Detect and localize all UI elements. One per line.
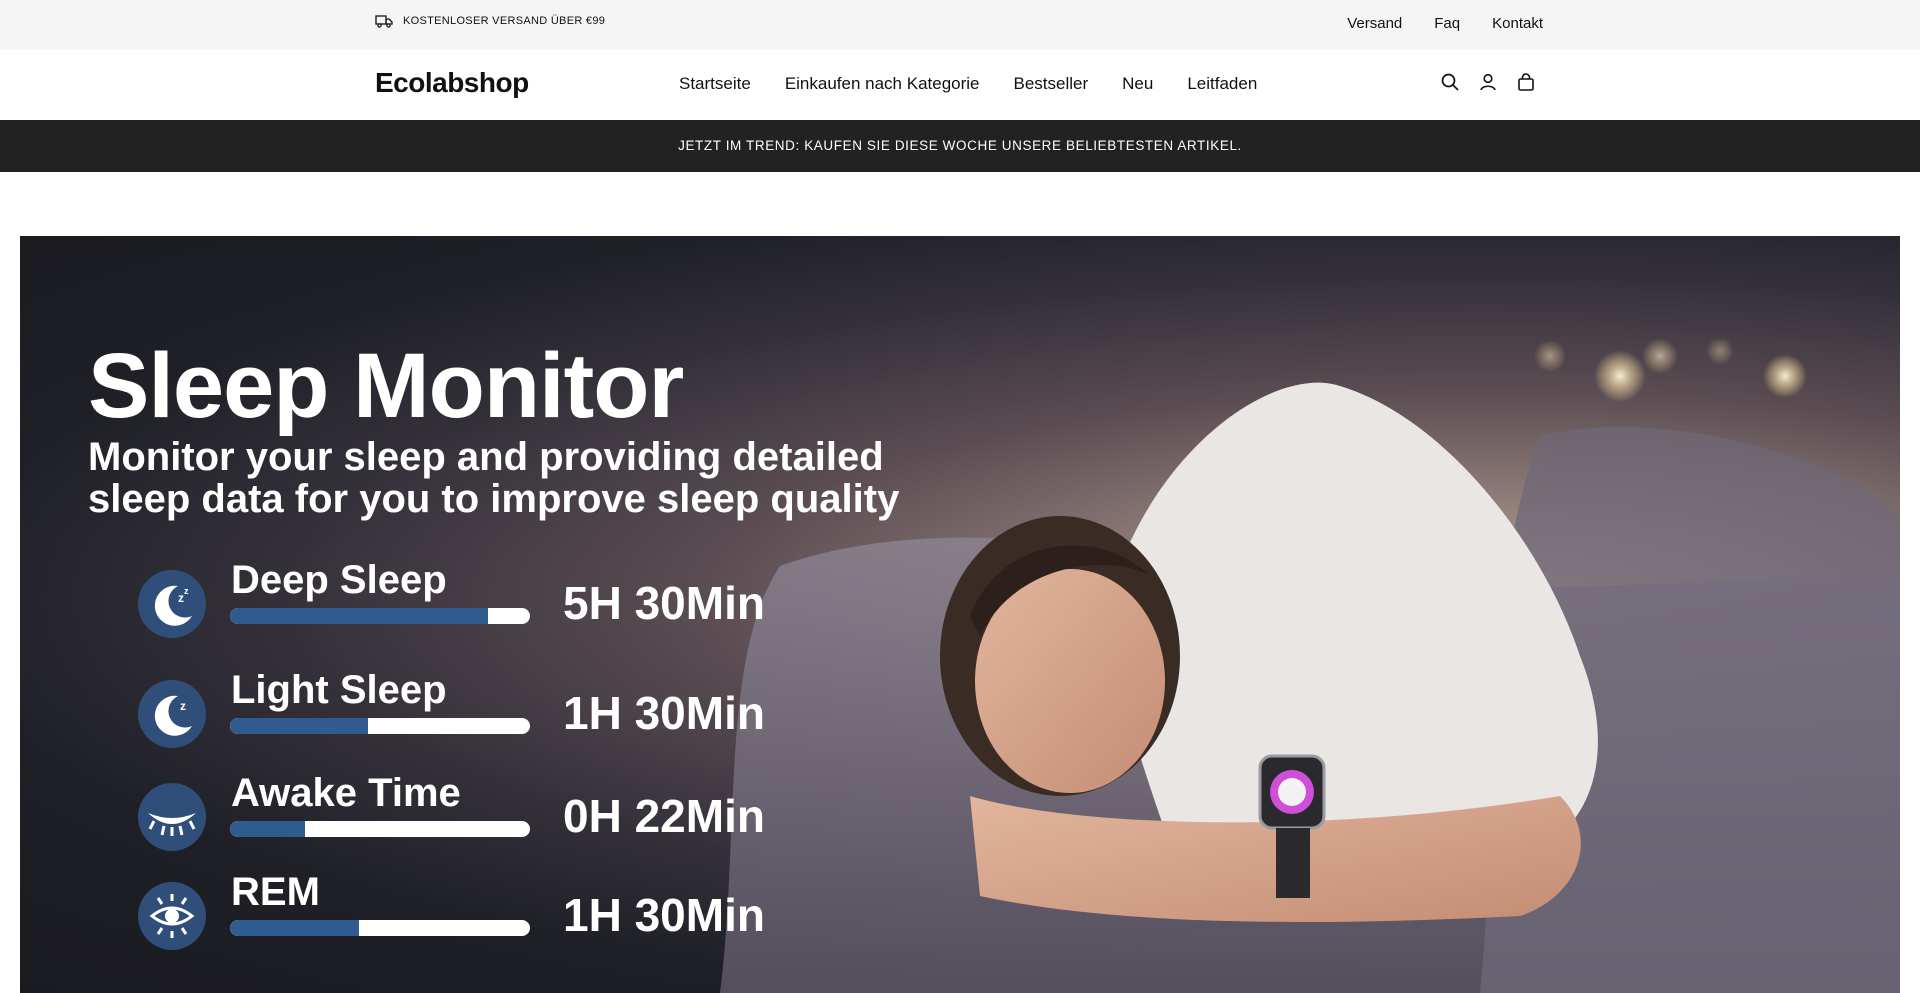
progress-bar	[230, 718, 530, 734]
stat-rem: REM 1H 30Min	[138, 870, 838, 960]
stat-value: 0H 22Min	[563, 790, 765, 842]
stat-deep-sleep: z z Deep Sleep 5H 30Min	[138, 558, 838, 648]
announcement-bar: KOSTENLOSER VERSAND ÜBER €99 Versand Faq…	[0, 0, 1920, 50]
truck-icon	[375, 15, 393, 28]
progress-bar	[230, 821, 530, 837]
cart-icon[interactable]	[1516, 72, 1536, 92]
site-header: Ecolabshop Startseite Einkaufen nach Kat…	[0, 50, 1920, 121]
link-faq[interactable]: Faq	[1434, 15, 1460, 32]
progress-fill	[230, 718, 368, 734]
stat-value: 5H 30Min	[563, 577, 765, 629]
stat-value: 1H 30Min	[563, 889, 765, 941]
closed-eye-icon	[138, 783, 206, 851]
nav-neu[interactable]: Neu	[1122, 74, 1153, 94]
hero-title: Sleep Monitor	[88, 335, 684, 437]
nav-leitfaden[interactable]: Leitfaden	[1187, 74, 1257, 94]
link-kontakt[interactable]: Kontakt	[1492, 15, 1543, 32]
stat-awake-time: Awake Time 0H 22Min	[138, 771, 838, 861]
utility-links: Versand Faq Kontakt	[1347, 15, 1543, 32]
stat-light-sleep: z Light Sleep 1H 30Min	[138, 668, 838, 758]
stat-label: Awake Time	[231, 771, 461, 815]
account-icon[interactable]	[1478, 72, 1498, 92]
site-logo[interactable]: Ecolabshop	[375, 67, 529, 99]
search-icon[interactable]	[1440, 72, 1460, 92]
moon-sleep-icon: z	[138, 680, 206, 748]
stat-label: Light Sleep	[231, 668, 447, 712]
progress-fill	[230, 821, 305, 837]
progress-bar	[230, 920, 530, 936]
shipping-text: KOSTENLOSER VERSAND ÜBER €99	[403, 15, 606, 27]
moon-sleep-icon: z z	[138, 570, 206, 638]
nav-startseite[interactable]: Startseite	[679, 74, 751, 94]
stat-value: 1H 30Min	[563, 687, 765, 739]
progress-bar	[230, 608, 530, 624]
svg-text:z: z	[180, 699, 186, 713]
trend-banner[interactable]: JETZT IM TREND: KAUFEN SIE DIESE WOCHE U…	[0, 120, 1920, 172]
link-versand[interactable]: Versand	[1347, 15, 1402, 32]
svg-text:z: z	[184, 586, 189, 596]
progress-fill	[230, 920, 359, 936]
nav-bestseller[interactable]: Bestseller	[1014, 74, 1089, 94]
main-nav: Startseite Einkaufen nach Kategorie Best…	[679, 74, 1257, 94]
header-icons	[1440, 72, 1536, 92]
stat-label: REM	[231, 870, 320, 914]
nav-kategorie[interactable]: Einkaufen nach Kategorie	[785, 74, 980, 94]
hero-subtitle: Monitor your sleep and providing detaile…	[88, 435, 900, 521]
stat-label: Deep Sleep	[231, 558, 447, 602]
eye-icon	[138, 882, 206, 950]
progress-fill	[230, 608, 488, 624]
hero-banner[interactable]: Sleep Monitor Monitor your sleep and pro…	[20, 236, 1900, 993]
shipping-notice: KOSTENLOSER VERSAND ÜBER €99	[375, 14, 605, 28]
